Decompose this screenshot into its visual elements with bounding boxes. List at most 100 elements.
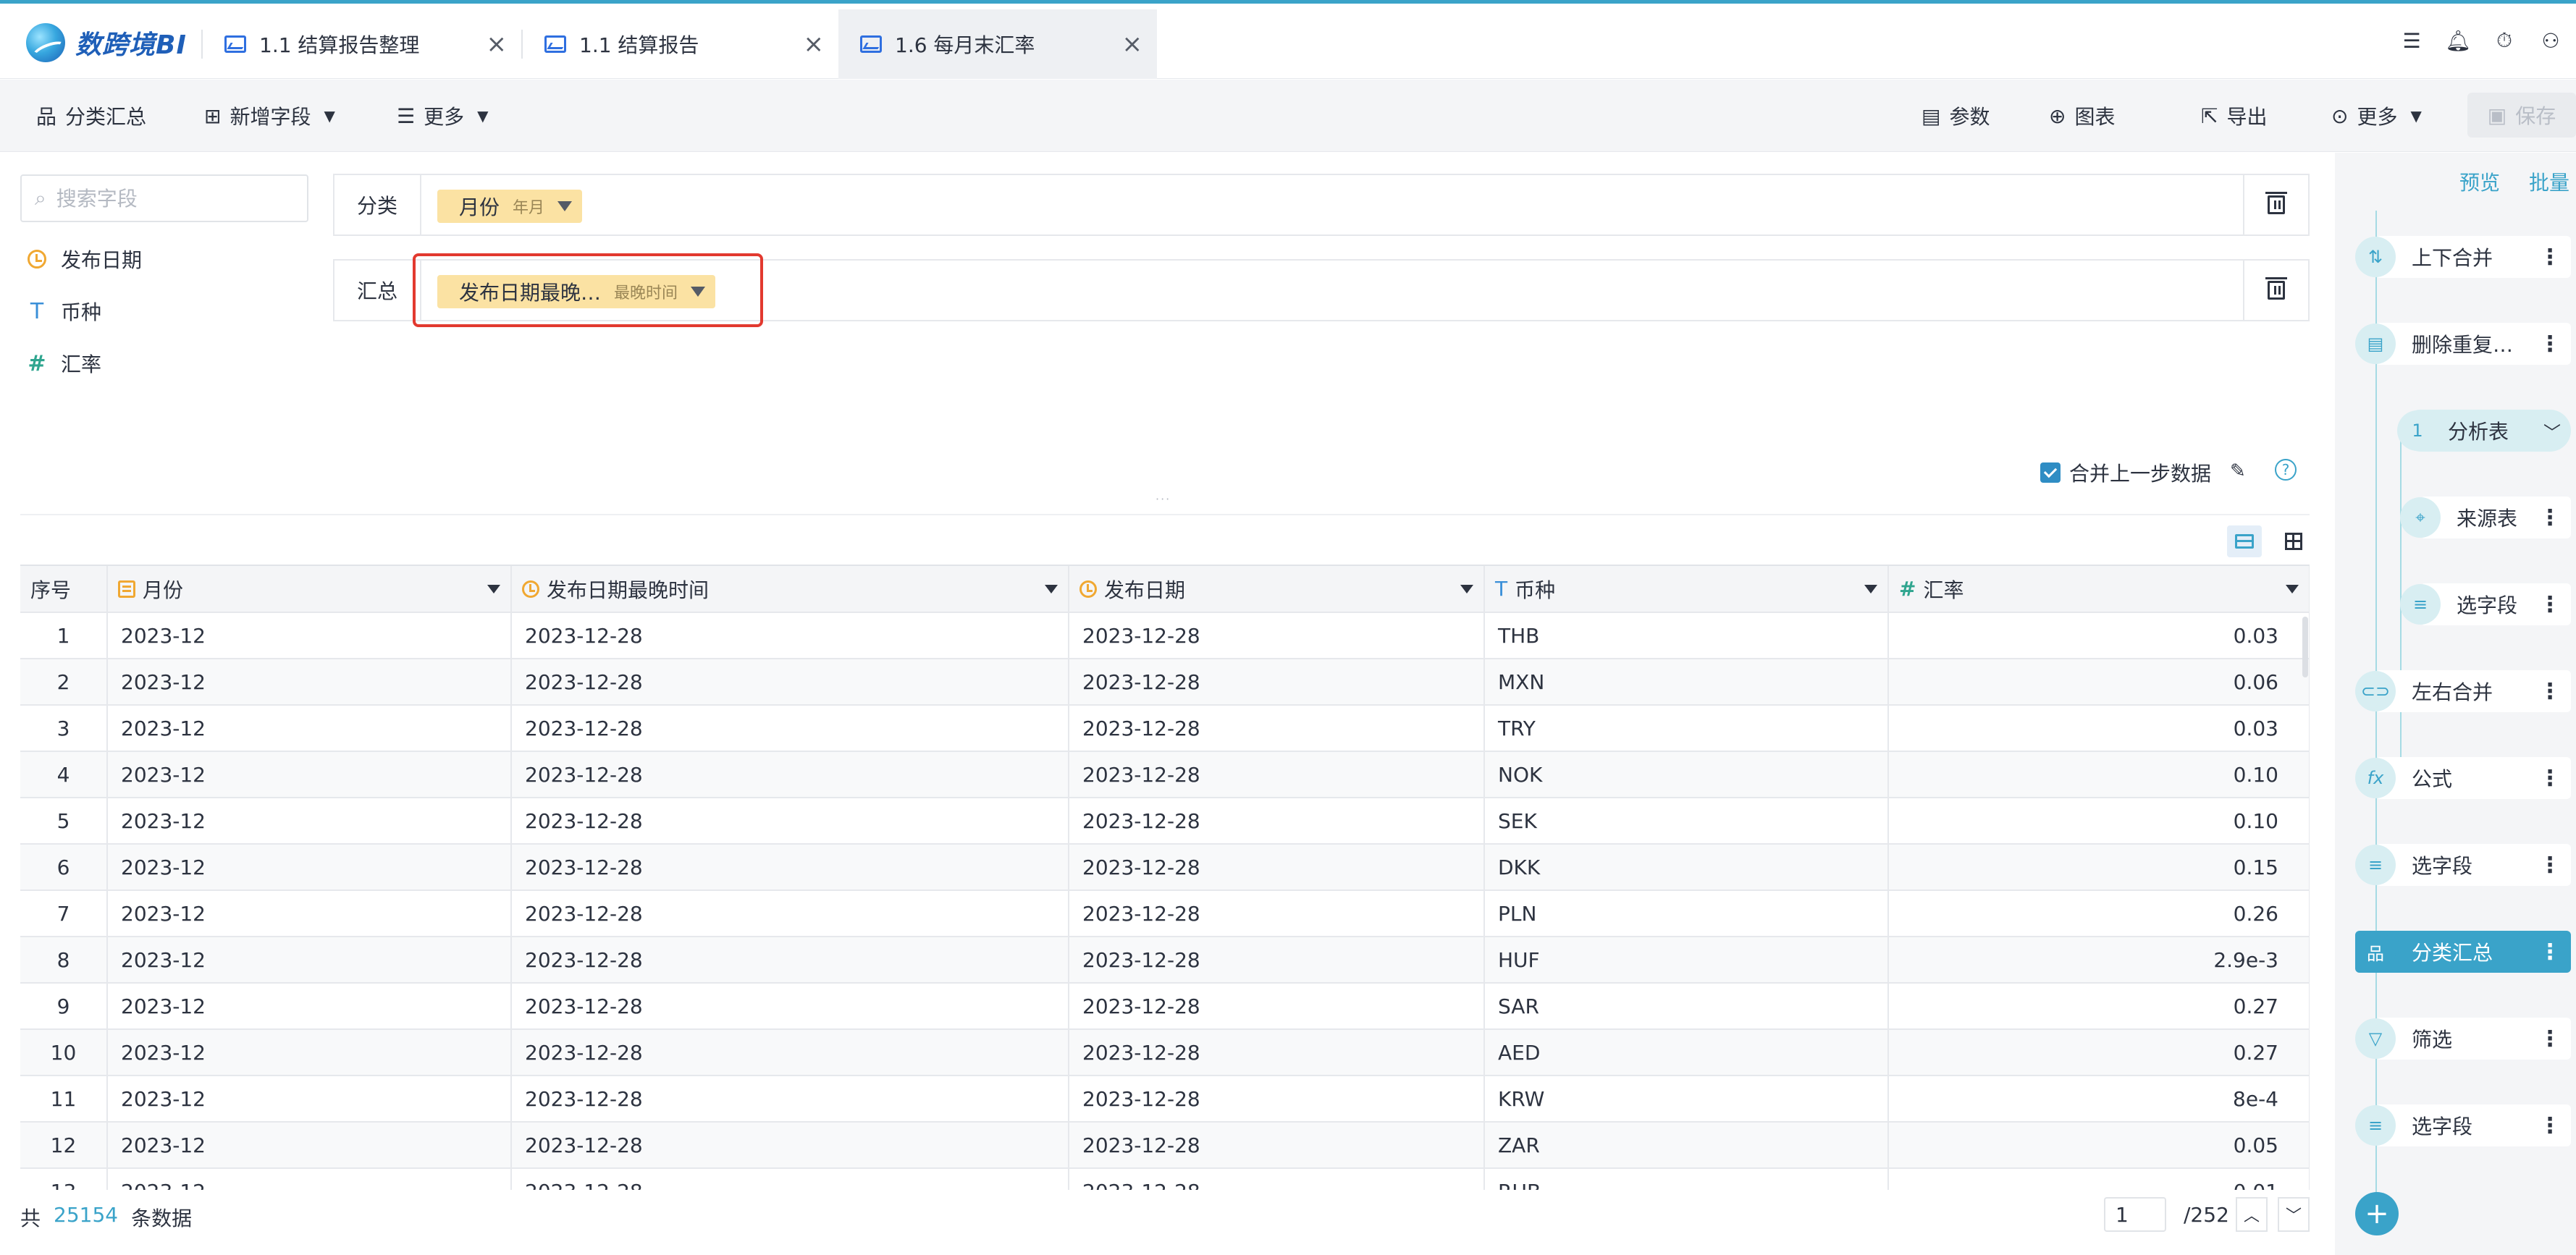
table-cell[interactable]: KRW (1484, 1076, 1889, 1123)
list-view-button[interactable] (2227, 525, 2262, 557)
flow-node-select-fields-inner[interactable]: ≡ 选字段 ⋮ (2400, 583, 2571, 625)
table-cell[interactable]: 2 (20, 659, 108, 706)
table-row[interactable]: 5 2023-12 2023-12-28 2023-12-28 SEK 0.10 (20, 798, 2310, 845)
table-cell[interactable]: 1 (20, 612, 108, 659)
table-cell[interactable]: 0.03 (1888, 705, 2310, 752)
grid-view-button[interactable] (2276, 525, 2311, 557)
table-cell[interactable]: 2023-12-28 (1069, 890, 1485, 937)
table-row[interactable]: 8 2023-12 2023-12-28 2023-12-28 HUF 2.9e-3 (20, 937, 2310, 984)
eraser-icon[interactable]: ✎ (2230, 460, 2249, 482)
caret-down-icon[interactable] (2286, 585, 2299, 593)
table-row[interactable]: 12 2023-12 2023-12-28 2023-12-28 ZAR 0.05 (20, 1122, 2310, 1169)
table-cell[interactable]: MXN (1484, 659, 1889, 706)
table-cell[interactable]: 5 (20, 798, 108, 845)
table-cell[interactable]: 2023-12-28 (511, 612, 1069, 659)
search-field[interactable]: ⌕ (20, 174, 308, 222)
column-header-currency[interactable]: T 币种 (1484, 566, 1889, 613)
more-icon[interactable]: ⋮ (2539, 1026, 2561, 1052)
flow-node-source-table[interactable]: ⌖ 来源表 ⋮ (2400, 496, 2571, 538)
table-row[interactable]: 2 2023-12 2023-12-28 2023-12-28 MXN 0.06 (20, 659, 2310, 706)
table-cell[interactable]: 2023-12-28 (1069, 1076, 1485, 1123)
table-cell[interactable]: SEK (1484, 798, 1889, 845)
table-cell[interactable]: 2023-12-28 (1069, 1168, 1485, 1190)
table-cell[interactable]: 2023-12 (107, 1076, 512, 1123)
table-cell[interactable]: 2023-12 (107, 751, 512, 798)
column-header-month[interactable]: 月份 (107, 566, 512, 613)
table-cell[interactable]: 0.06 (1888, 659, 2310, 706)
table-cell[interactable]: 0.05 (1888, 1122, 2310, 1169)
bell-icon[interactable]: 🔔︎ (2445, 29, 2471, 53)
flow-node-remove-duplicates[interactable]: ▤ 删除重复… ⋮ (2355, 323, 2571, 365)
table-cell[interactable]: 4 (20, 751, 108, 798)
table-cell[interactable]: 2023-12 (107, 844, 512, 891)
tab-close-icon[interactable]: × (1122, 30, 1143, 59)
table-cell[interactable]: 10 (20, 1029, 108, 1076)
table-cell[interactable]: 2023-12-28 (511, 844, 1069, 891)
add-field-button[interactable]: ⊞ 新增字段 ▼ (204, 101, 335, 130)
table-row[interactable]: 1 2023-12 2023-12-28 2023-12-28 THB 0.03 (20, 612, 2310, 659)
table-cell[interactable]: 2023-12-28 (1069, 659, 1485, 706)
table-cell[interactable]: AED (1484, 1029, 1889, 1076)
timer-icon[interactable]: ⏱︎ (2493, 28, 2515, 52)
table-cell[interactable]: RUB (1484, 1168, 1889, 1190)
more-left-button[interactable]: ☰ 更多 ▼ (397, 101, 489, 130)
resize-handle[interactable]: ··· (1156, 492, 1171, 506)
page-number-input[interactable] (2104, 1197, 2166, 1232)
table-cell[interactable]: 2023-12-28 (1069, 798, 1485, 845)
table-scrollbar[interactable] (2302, 617, 2308, 677)
table-cell[interactable]: THB (1484, 612, 1889, 659)
table-cell[interactable]: 2023-12-28 (1069, 1029, 1485, 1076)
table-cell[interactable]: 3 (20, 705, 108, 752)
table-cell[interactable]: 0.27 (1888, 1029, 2310, 1076)
more-icon[interactable]: ⋮ (2539, 1113, 2561, 1138)
table-cell[interactable]: 2023-12-28 (511, 1029, 1069, 1076)
table-cell[interactable]: 2023-12-28 (511, 659, 1069, 706)
table-cell[interactable]: 2023-12-28 (1069, 937, 1485, 984)
table-row[interactable]: 132023-122023-12-282023-12-28RUB0.01 (20, 1168, 2310, 1190)
app-logo[interactable]: 数跨境BI (26, 22, 187, 63)
table-cell[interactable]: 2023-12-28 (1069, 1122, 1485, 1169)
table-cell[interactable]: 2023-12-28 (1069, 983, 1485, 1030)
table-cell[interactable]: 2023-12-28 (1069, 844, 1485, 891)
table-cell[interactable]: 13 (20, 1168, 108, 1190)
prev-page-button[interactable]: ︿ (2236, 1197, 2268, 1232)
table-cell[interactable]: 2023-12 (107, 659, 512, 706)
list-icon[interactable]: ☰ (2401, 29, 2423, 53)
table-cell[interactable]: 11 (20, 1076, 108, 1123)
table-cell[interactable]: 2023-12-28 (511, 890, 1069, 937)
caret-down-icon[interactable] (487, 585, 500, 593)
table-cell[interactable]: 2023-12 (107, 983, 512, 1030)
field-item-publish-date[interactable]: 发布日期 (28, 245, 142, 274)
table-cell[interactable]: 2023-12 (107, 798, 512, 845)
table-cell[interactable]: 2023-12-28 (511, 705, 1069, 752)
table-cell[interactable]: 2023-12-28 (511, 1076, 1069, 1123)
table-cell[interactable]: 0.10 (1888, 751, 2310, 798)
table-cell[interactable]: 2023-12-28 (1069, 705, 1485, 752)
table-cell[interactable]: 2.9e-3 (1888, 937, 2310, 984)
add-step-button[interactable]: + (2355, 1192, 2399, 1235)
table-cell[interactable]: 2023-12-28 (511, 983, 1069, 1030)
flow-node-select-fields-last[interactable]: ≡ 选字段 ⋮ (2355, 1104, 2571, 1146)
tab-monthly-exchange-rate[interactable]: 1.6 每月末汇率 × (838, 9, 1157, 79)
table-cell[interactable]: 2023-12-28 (511, 937, 1069, 984)
table-row[interactable]: 3 2023-12 2023-12-28 2023-12-28 TRY 0.03 (20, 705, 2310, 752)
flow-node-analysis-table[interactable]: 1 分析表 ﹀ (2397, 410, 2571, 452)
table-cell[interactable]: 9 (20, 983, 108, 1030)
preview-link[interactable]: 预览 (2459, 167, 2500, 196)
group-sum-button[interactable]: 品 分类汇总 (36, 101, 146, 130)
field-item-currency[interactable]: T 币种 (28, 297, 101, 326)
table-cell[interactable]: 2023-12-28 (511, 1122, 1069, 1169)
table-row[interactable]: 10 2023-12 2023-12-28 2023-12-28 AED 0.27 (20, 1029, 2310, 1076)
more-icon[interactable]: ⋮ (2539, 592, 2561, 617)
search-input[interactable] (56, 186, 288, 211)
flow-node-horizontal-merge[interactable]: ⊂⊃ 左右合并 ⋮ (2355, 670, 2571, 712)
table-cell[interactable]: 8e-4 (1888, 1076, 2310, 1123)
more-icon[interactable]: ⋮ (2539, 505, 2561, 531)
table-cell[interactable]: 2023-12 (107, 705, 512, 752)
column-header-publish-date[interactable]: 发布日期 (1069, 566, 1485, 613)
table-cell[interactable]: 2023-12-28 (511, 798, 1069, 845)
flow-node-select-fields[interactable]: ≡ 选字段 ⋮ (2355, 844, 2571, 886)
tab-settlement-report-organize[interactable]: 1.1 结算报告整理 × (203, 9, 521, 79)
table-cell[interactable]: 12 (20, 1122, 108, 1169)
table-cell[interactable]: 0.10 (1888, 798, 2310, 845)
